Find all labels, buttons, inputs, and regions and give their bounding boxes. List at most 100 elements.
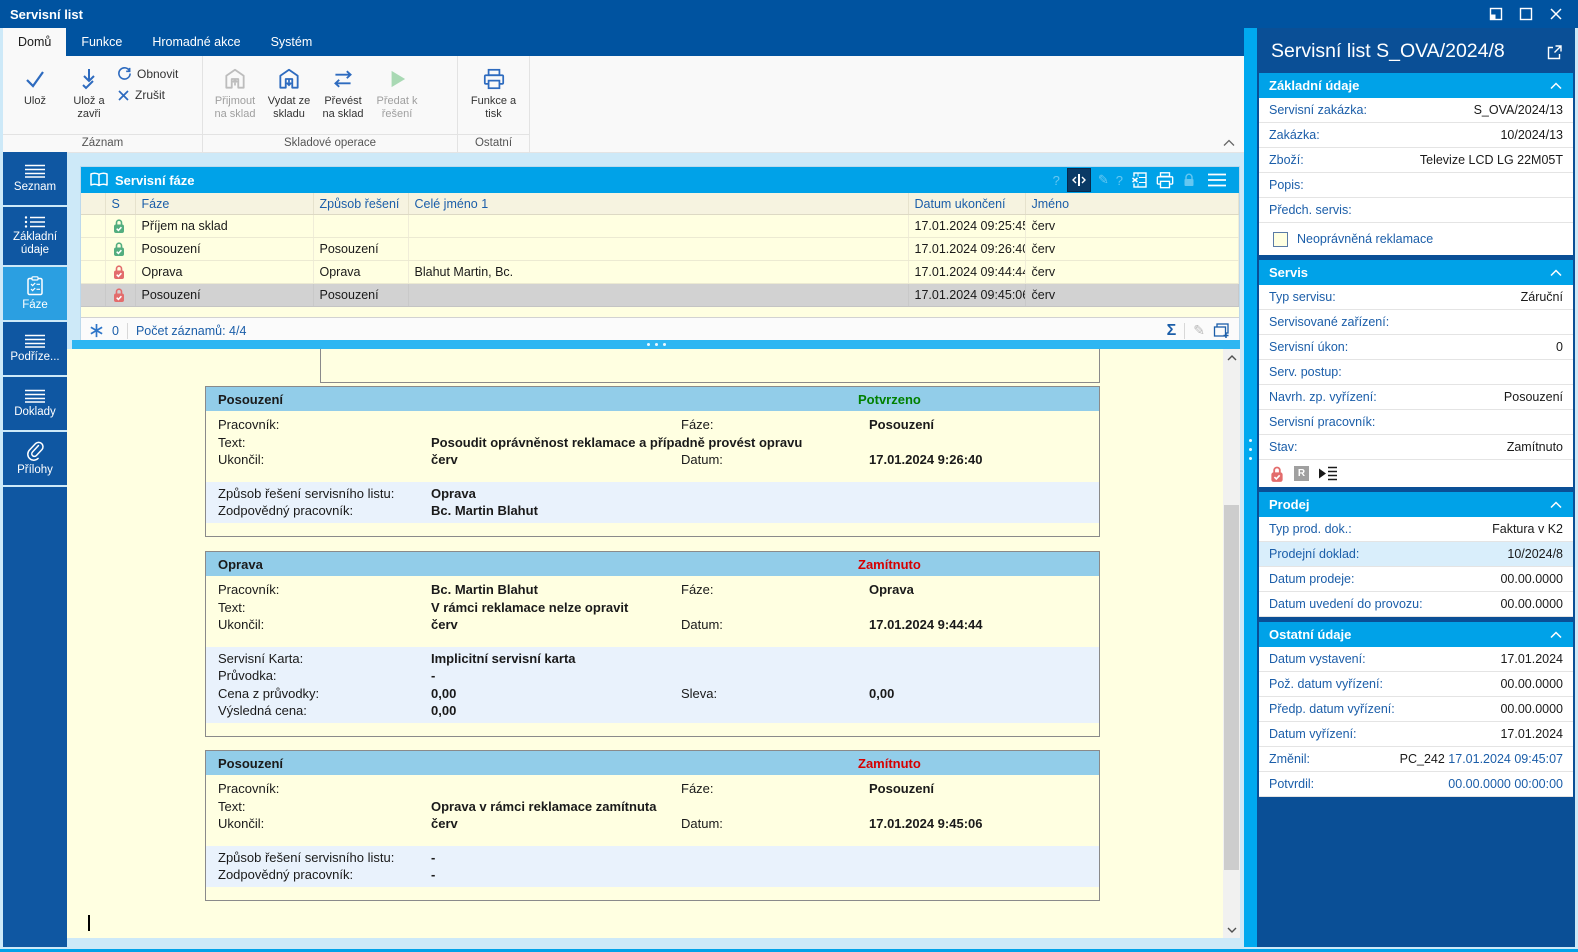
section-header[interactable]: Prodej: [1259, 492, 1573, 517]
open-external-icon[interactable]: [1546, 40, 1563, 61]
field-row[interactable]: Předp. datum vyřízení:00.00.0000: [1259, 697, 1573, 722]
lock-red-check-icon: [1269, 465, 1285, 483]
field-row-highlighted[interactable]: Prodejní doklad:10/2024/8: [1259, 542, 1573, 567]
table-row-selected[interactable]: Posouzení Posouzení 17.01.2024 09:45:06 …: [81, 284, 1239, 307]
horizontal-splitter[interactable]: [72, 340, 1240, 349]
close-icon[interactable]: [1546, 5, 1566, 23]
tab-domu[interactable]: Domů: [3, 28, 66, 56]
panel-header: Posouzení Zamítnuto: [206, 751, 1099, 775]
field-row[interactable]: Typ prod. dok.:Faktura v K2: [1259, 517, 1573, 542]
tab-hromadne-akce[interactable]: Hromadné akce: [137, 28, 255, 56]
field-row[interactable]: Serv. postup:: [1259, 360, 1573, 385]
section-header[interactable]: Servis: [1259, 260, 1573, 285]
new-record-icon[interactable]: [1213, 323, 1231, 339]
refresh-button[interactable]: Obnovit: [117, 66, 178, 81]
table-row[interactable]: Oprava Oprava Blahut Martin, Bc. 17.01.2…: [81, 261, 1239, 284]
save-and-close-button[interactable]: Ulož a zavři: [63, 60, 115, 120]
field-row[interactable]: Změnil: PC_242 17.01.2024 09:45:07: [1259, 747, 1573, 772]
receive-to-stock-button[interactable]: Přijmout na sklad: [209, 60, 261, 120]
chevron-up-icon[interactable]: [1549, 269, 1563, 277]
help2-icon[interactable]: ?: [1116, 173, 1123, 188]
tab-funkce[interactable]: Funkce: [66, 28, 137, 56]
menu-icon[interactable]: [1207, 173, 1227, 187]
field-row[interactable]: Potvrdil: 00.00.0000 00:00:00: [1259, 772, 1573, 797]
save-button[interactable]: Ulož: [9, 60, 61, 108]
ribbon-tabs: Domů Funkce Hromadné akce Systém: [3, 28, 1252, 56]
nav-item-seznam[interactable]: Seznam: [3, 152, 67, 205]
field-row[interactable]: Předch. servis:: [1259, 198, 1573, 223]
nav-item-doklady[interactable]: Doklady: [3, 377, 67, 430]
field-row[interactable]: Datum vystavení:17.01.2024: [1259, 647, 1573, 672]
tab-system[interactable]: Systém: [256, 28, 328, 56]
play-icon: [384, 63, 410, 95]
col-zpusob[interactable]: Způsob řešení: [313, 193, 408, 215]
table-row[interactable]: Příjem na sklad 17.01.2024 09:25:45 červ: [81, 215, 1239, 238]
field-row[interactable]: Servisní pracovník:: [1259, 410, 1573, 435]
app-window: Servisní list Domů Funkce Hromadné akce …: [0, 0, 1578, 952]
col-jmeno[interactable]: Jméno: [1025, 193, 1239, 215]
detail-scrollbar[interactable]: [1223, 349, 1240, 938]
col-faze[interactable]: Fáze: [135, 193, 313, 215]
field-row[interactable]: Datum vyřízení:17.01.2024: [1259, 722, 1573, 747]
field-row[interactable]: Typ servisu:Záruční: [1259, 285, 1573, 310]
col-datum[interactable]: Datum ukončení: [908, 193, 1025, 215]
scroll-down-icon[interactable]: [1223, 921, 1240, 938]
issue-from-stock-button[interactable]: Vydat ze skladu: [263, 60, 315, 120]
chevron-up-icon[interactable]: [1549, 631, 1563, 639]
sum-icon[interactable]: Σ: [1167, 322, 1177, 340]
nav-item-prilohy[interactable]: Přílohy: [3, 432, 67, 485]
transfer-to-stock-button[interactable]: Převést na sklad: [317, 60, 369, 120]
section-header[interactable]: Ostatní údaje: [1259, 622, 1573, 647]
edit-icon[interactable]: ✎: [1098, 172, 1109, 188]
panel-band: Způsob řešení servisního listu: - Zodpov…: [206, 846, 1099, 887]
nav-item-podrizene[interactable]: Podříze...: [3, 322, 67, 375]
sidebar-title: Servisní list S_OVA/2024/8: [1271, 40, 1505, 63]
status-badge: Potvrzeno: [858, 392, 1087, 407]
scroll-up-icon[interactable]: [1223, 349, 1240, 366]
column-layout-icon[interactable]: [1067, 168, 1091, 192]
section-zakladni-udaje: Základní údaje Servisní zakázka:S_OVA/20…: [1259, 73, 1573, 255]
field-row[interactable]: Popis:: [1259, 173, 1573, 198]
table-row[interactable]: Posouzení Posouzení 17.01.2024 09:26:40 …: [81, 238, 1239, 261]
field-row[interactable]: Servisované zařízení:: [1259, 310, 1573, 335]
nav-item-faze[interactable]: Fáze: [3, 267, 67, 320]
filter-asterisk-icon[interactable]: [89, 323, 104, 338]
chevron-up-icon[interactable]: [1549, 82, 1563, 90]
field-row[interactable]: Zakázka:10/2024/13: [1259, 123, 1573, 148]
col-s[interactable]: S: [105, 193, 135, 215]
field-row[interactable]: Datum prodeje:00.00.0000: [1259, 567, 1573, 592]
dock-window-icon[interactable]: [1486, 5, 1506, 23]
lock-icon[interactable]: [1182, 173, 1196, 188]
field-row[interactable]: Servisní zakázka:S_OVA/2024/13: [1259, 98, 1573, 123]
panel-header: Oprava Zamítnuto: [206, 552, 1099, 576]
field-row[interactable]: Servisní úkon:0: [1259, 335, 1573, 360]
field-row[interactable]: Zboží:Televize LCD LG 22M05T: [1259, 148, 1573, 173]
status-icons-row: R: [1259, 460, 1573, 487]
list-icon: [24, 164, 46, 178]
group-label-zaznam: Záznam: [3, 134, 202, 152]
panel-band: Způsob řešení servisního listu: Oprava Z…: [206, 482, 1099, 523]
col-jmeno1[interactable]: Celé jméno 1: [408, 193, 908, 215]
field-row[interactable]: Stav:Zamítnuto: [1259, 435, 1573, 460]
print-icon[interactable]: [1155, 171, 1175, 189]
group-label-ostatni: Ostatní: [458, 134, 529, 152]
chevron-up-icon[interactable]: [1549, 501, 1563, 509]
cancel-button[interactable]: Zrušit: [117, 88, 178, 102]
status-badge: Zamítnuto: [858, 756, 1087, 771]
section-header[interactable]: Základní údaje: [1259, 73, 1573, 98]
help-icon[interactable]: ?: [1053, 173, 1060, 188]
nav-filler: [3, 487, 67, 947]
functions-and-print-button[interactable]: Funkce a tisk: [468, 60, 520, 120]
scrollbar-thumb[interactable]: [1224, 505, 1239, 870]
excel-export-icon[interactable]: [1130, 171, 1148, 189]
vertical-splitter[interactable]: [1244, 28, 1257, 947]
maximize-icon[interactable]: [1516, 5, 1536, 23]
checkbox[interactable]: [1273, 232, 1288, 247]
nav-item-zakladni-udaje[interactable]: Základní údaje: [3, 207, 67, 265]
printer-icon: [481, 63, 507, 95]
field-row[interactable]: Navrh. zp. vyřízení:Posouzení: [1259, 385, 1573, 410]
forward-to-solution-button[interactable]: Předat k řešení: [371, 60, 423, 120]
ribbon-collapse-icon[interactable]: [1222, 139, 1236, 147]
field-row[interactable]: Datum uvedení do provozu:00.00.0000: [1259, 592, 1573, 617]
field-row[interactable]: Pož. datum vyřízení:00.00.0000: [1259, 672, 1573, 697]
